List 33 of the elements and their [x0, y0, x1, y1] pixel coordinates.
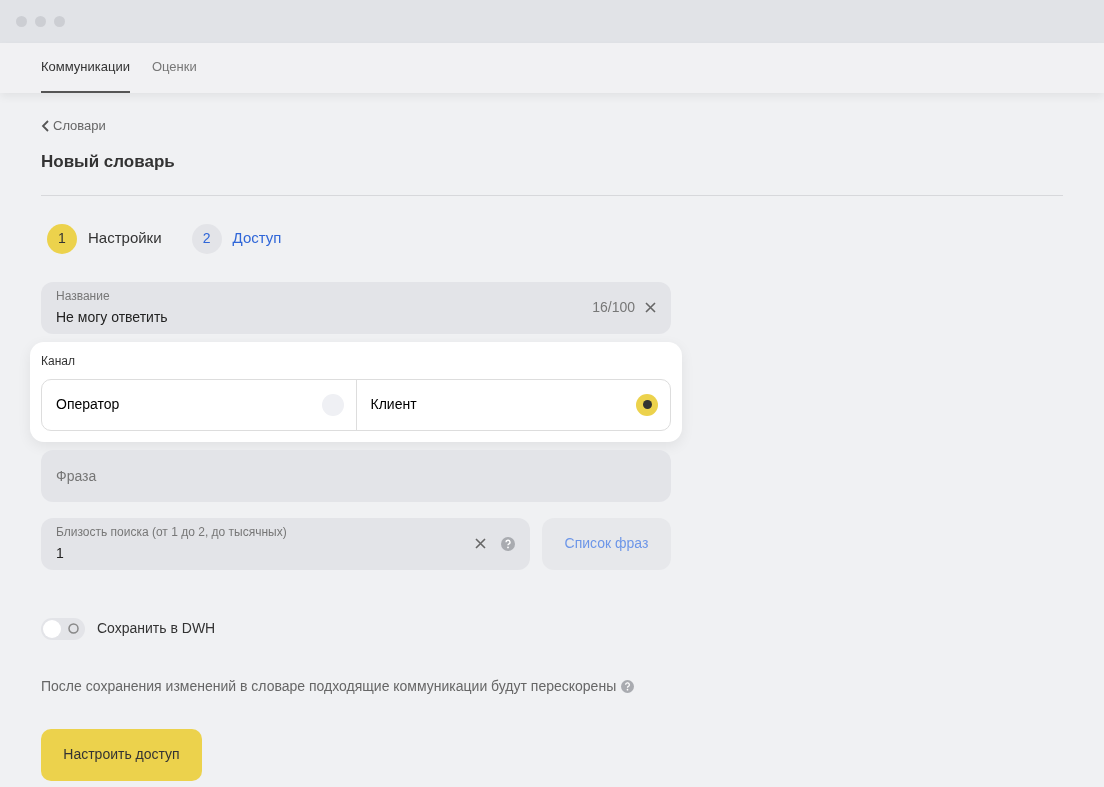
field-label: Название — [56, 287, 111, 305]
option-label: Оператор — [56, 395, 120, 414]
name-input[interactable]: Не могу ответить — [56, 306, 593, 328]
info-note: После сохранения изменений в словаре подходящие коммуникации будут перескорены — [41, 676, 617, 696]
search-proximity-field[interactable]: Близость поиска (от 1 до 2, до тысячных) 1 — [41, 517, 530, 570]
nav-tab[interactable]: Коммуникации — [41, 43, 130, 93]
step-label: Настройки — [88, 228, 162, 249]
name-field[interactable]: Название Не могу ответить 16/100 — [41, 281, 671, 334]
dwh-toggle[interactable] — [41, 617, 85, 640]
step-number: 1 — [47, 223, 77, 254]
step-number: 2 — [191, 223, 222, 254]
character-counter: 16/100 — [592, 298, 635, 317]
proximity-input[interactable]: 1 — [56, 542, 475, 564]
ring-icon — [68, 623, 79, 634]
page-title: Новый словарь — [41, 151, 176, 173]
toggle-label: Сохранить в DWH — [97, 619, 216, 638]
help-icon[interactable] — [621, 679, 635, 693]
back-link-text[interactable]: Словари — [53, 116, 106, 136]
field-label: Близость поиска (от 1 до 2, до тысячных) — [56, 523, 288, 541]
channel-option[interactable]: Оператор — [42, 379, 356, 430]
radio-button[interactable] — [636, 393, 658, 416]
back-link[interactable]: Словари — [41, 116, 106, 136]
help-icon[interactable] — [501, 536, 515, 551]
configure-access-button[interactable]: Настроить доступ — [41, 728, 202, 781]
nav-tab[interactable]: Оценки — [151, 43, 197, 93]
option-label: Клиент — [370, 395, 417, 414]
clear-icon[interactable] — [475, 538, 486, 549]
clear-icon[interactable] — [645, 302, 656, 313]
channel-label: Канал — [41, 352, 76, 370]
phrase-field[interactable]: Фраза — [41, 449, 671, 502]
channel-option[interactable]: Клиент — [355, 379, 670, 430]
chevron-left-icon — [41, 120, 50, 132]
step-label[interactable]: Доступ — [232, 227, 282, 250]
